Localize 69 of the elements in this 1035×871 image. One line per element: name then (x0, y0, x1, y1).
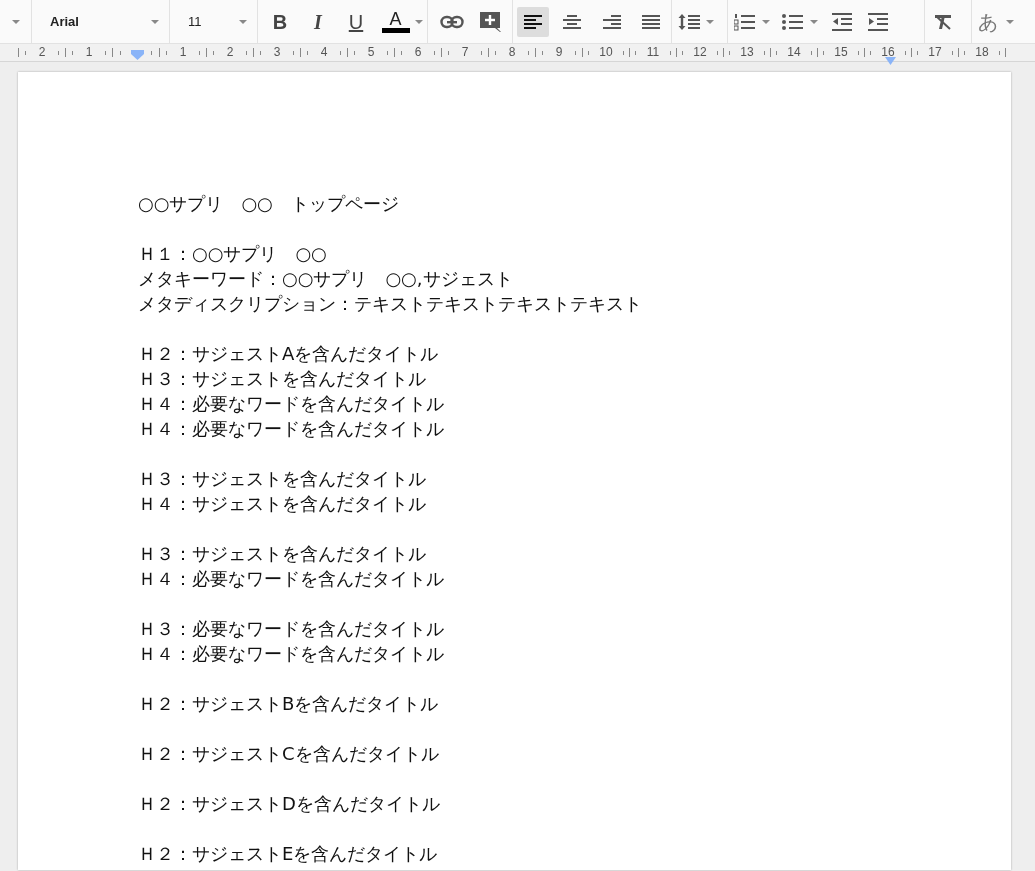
ruler-number: 8 (508, 48, 516, 57)
clear-formatting-icon (934, 13, 952, 30)
font-size-dropdown[interactable]: 11 (174, 6, 253, 37)
text-line: Ｈ２：サジェストEを含んだタイトル (138, 842, 439, 866)
ruler-number: 5 (367, 48, 375, 57)
ruler-number: 3 (273, 48, 281, 57)
ruler-number: 11 (646, 48, 660, 57)
align-left-button[interactable] (517, 6, 549, 37)
ruler-number: 4 (320, 48, 328, 57)
text-line: ○○サプリ ○○ トップページ (138, 192, 400, 216)
ruler-number: 2 (226, 48, 234, 57)
text-line: Ｈ２：サジェストDを含んだタイトル (138, 792, 441, 816)
ruler-number: 16 (881, 48, 895, 57)
increase-indent-icon (868, 12, 888, 31)
right-indent-marker-icon (885, 57, 896, 65)
bulleted-list-icon (782, 12, 804, 31)
ruler-number: 7 (461, 48, 469, 57)
ruler-number: 9 (555, 48, 563, 57)
underline-button[interactable]: U (342, 6, 370, 37)
align-center-icon (563, 13, 582, 30)
text-line: Ｈ３：サジェストを含んだタイトル (138, 367, 427, 391)
text-line: Ｈ２：サジェストBを含んだタイトル (138, 692, 440, 716)
ruler-number: 2 (38, 48, 46, 57)
caret-icon (810, 19, 818, 24)
align-right-icon (602, 13, 621, 30)
line-spacing-icon (678, 12, 700, 31)
font-dropdown[interactable]: Arial (36, 6, 165, 37)
ruler-number: 1 (85, 48, 93, 57)
ruler-number: 13 (740, 48, 754, 57)
text-line: Ｈ２：サジェストAを含んだタイトル (138, 342, 440, 366)
text-line: メタキーワード：○○サプリ ○○,サジェスト (138, 267, 514, 291)
align-left-icon (523, 13, 542, 30)
numbered-list-icon (734, 12, 756, 31)
left-indent-marker-icon (131, 50, 144, 60)
italic-button[interactable]: I (304, 6, 332, 37)
text-line: メタディスクリプション：テキストテキストテキストテキスト (138, 292, 643, 316)
text-color-swatch (381, 28, 410, 33)
caret-icon (762, 19, 770, 24)
text-line: Ｈ４：必要なワードを含んだタイトル (138, 567, 445, 591)
text-line: Ｈ４：必要なワードを含んだタイトル (138, 417, 445, 441)
caret-icon (239, 19, 247, 24)
caret-icon (706, 19, 714, 24)
ruler-number: 18 (975, 48, 989, 57)
ruler-number: 14 (787, 48, 801, 57)
ruler-number: 10 (599, 48, 613, 57)
justify-icon (642, 13, 661, 30)
caret-icon (11, 19, 20, 24)
bold-button[interactable]: B (266, 6, 294, 37)
text-line: Ｈ４：必要なワードを含んだタイトル (138, 392, 445, 416)
caret-icon (151, 19, 159, 24)
caret-icon (415, 19, 423, 24)
caret-icon (1006, 19, 1014, 24)
ruler-number: 6 (414, 48, 422, 57)
text-line: Ｈ３：必要なワードを含んだタイトル (138, 617, 445, 641)
ruler-number: 12 (693, 48, 707, 57)
input-tools-button[interactable]: あ (976, 6, 1016, 37)
text-line: Ｈ４：サジェストを含んだタイトル (138, 492, 427, 516)
decrease-indent-icon (832, 12, 852, 31)
text-color-button[interactable]: A (380, 6, 423, 37)
text-line: Ｈ２：サジェストCを含んだタイトル (138, 742, 440, 766)
ruler-number: 15 (834, 48, 848, 57)
text-line: Ｈ１：○○サプリ ○○ (138, 242, 328, 266)
text-line: Ｈ４：必要なワードを含んだタイトル (138, 642, 445, 666)
ruler-number: 1 (179, 48, 187, 57)
comment-plus-icon (479, 10, 501, 33)
link-icon (440, 14, 464, 29)
text-line: Ｈ３：サジェストを含んだタイトル (138, 467, 427, 491)
text-line: Ｈ３：サジェストを含んだタイトル (138, 542, 427, 566)
ruler-number: 17 (928, 48, 942, 57)
